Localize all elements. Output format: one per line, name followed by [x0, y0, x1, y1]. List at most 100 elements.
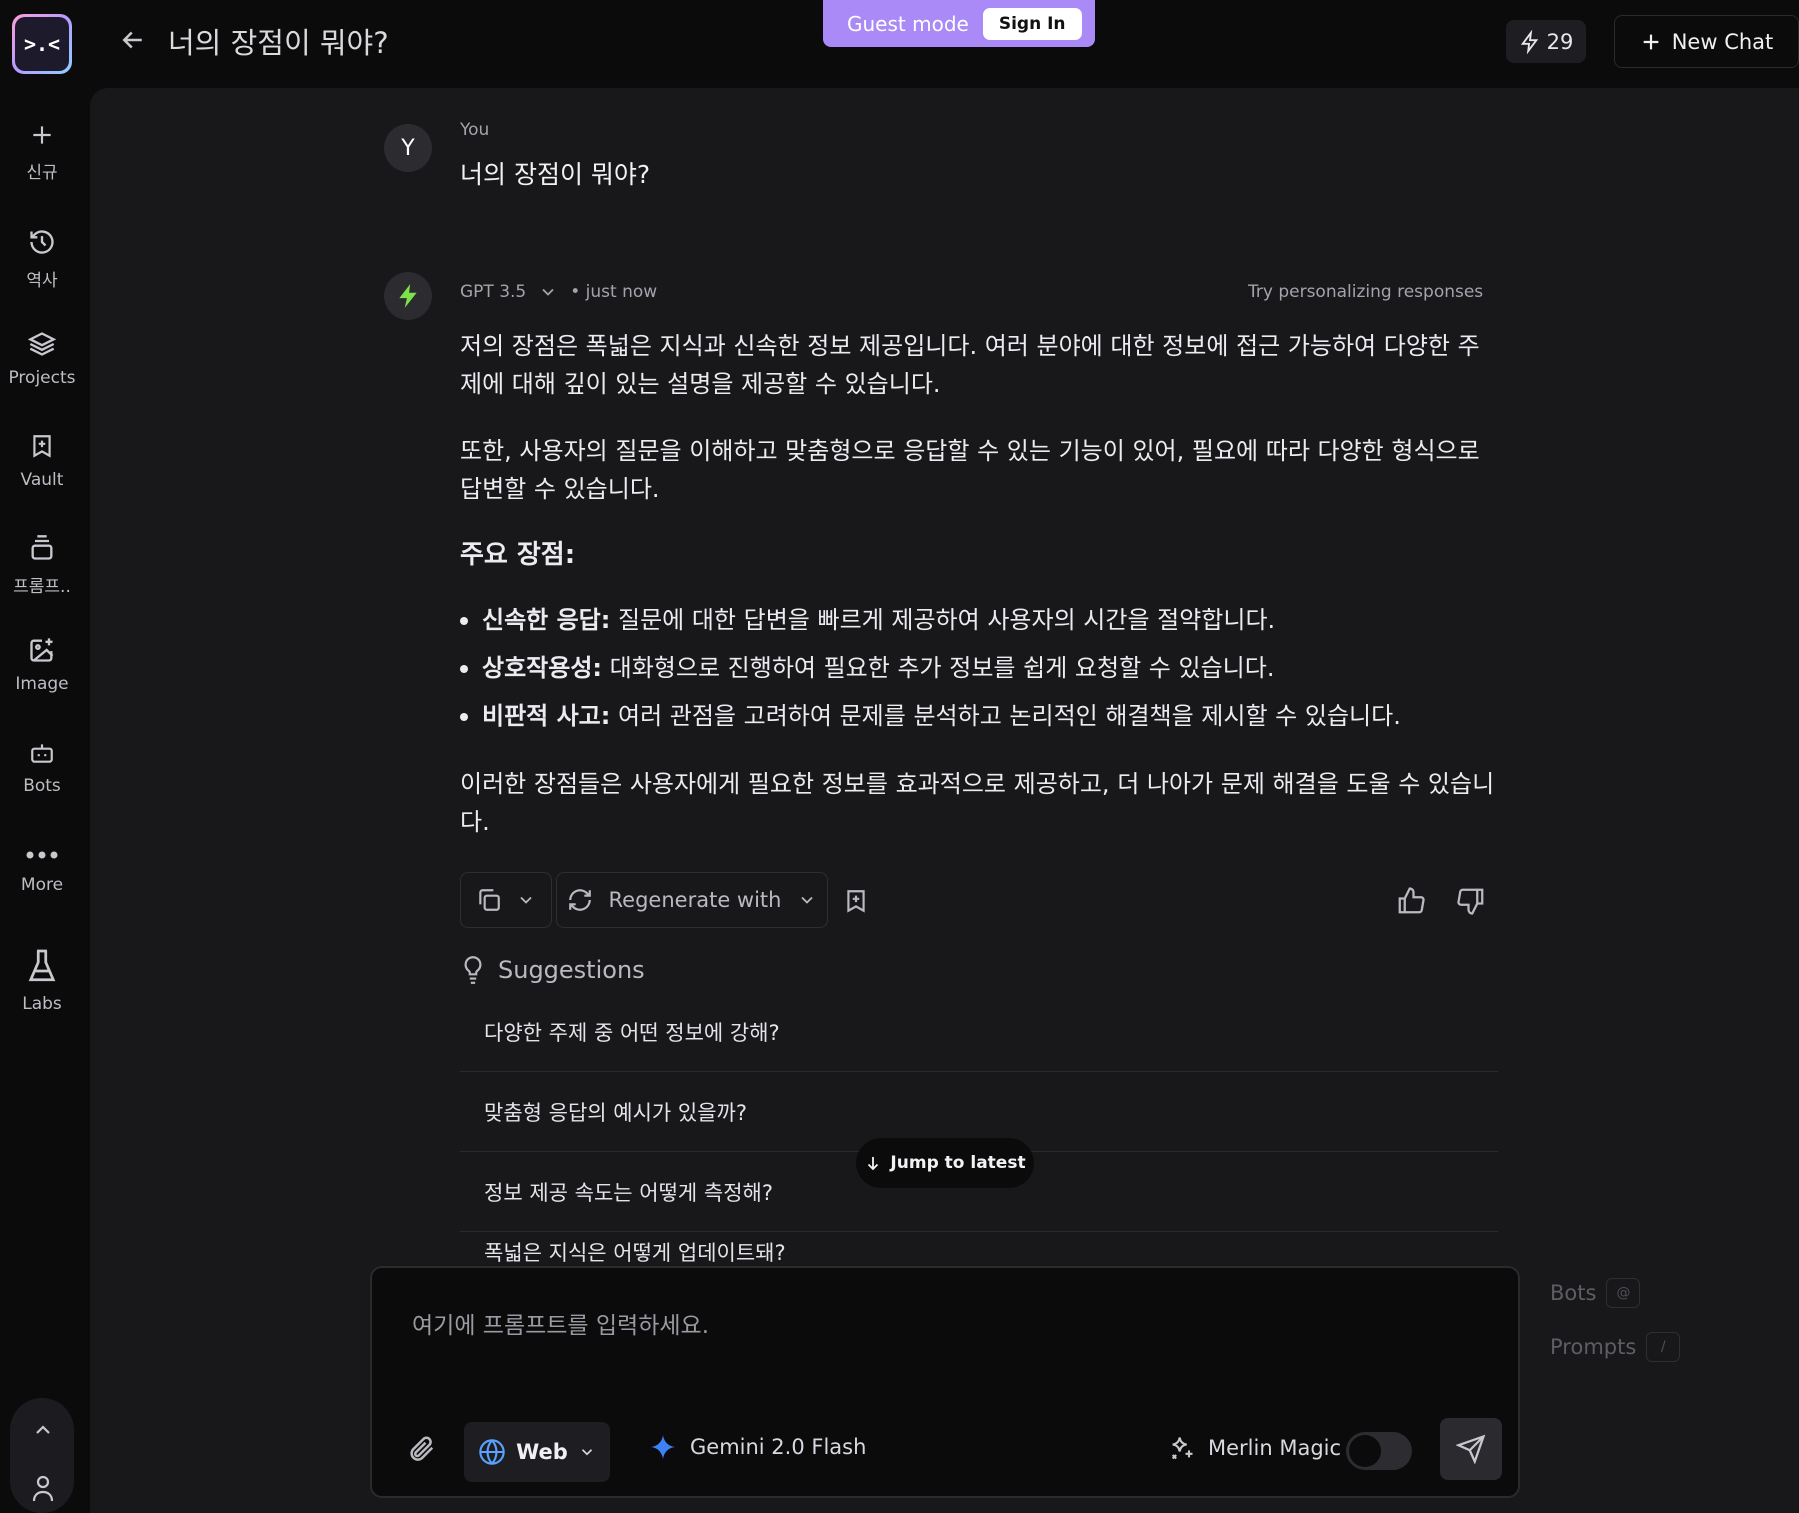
model-name[interactable]: GPT 3.5 — [460, 282, 526, 302]
guest-mode-banner: Guest mode Sign In — [823, 0, 1095, 47]
sidebar-item-image[interactable]: Image — [0, 636, 84, 694]
bullet-dot — [460, 713, 468, 721]
merlin-magic: Merlin Magic — [1168, 1434, 1341, 1462]
sidebar-item-projects[interactable]: Projects — [0, 330, 84, 388]
lightning-bolt-icon — [399, 284, 417, 308]
credits-badge[interactable]: 29 — [1506, 20, 1586, 63]
chevron-down-icon[interactable] — [538, 282, 558, 302]
flask-icon — [28, 949, 56, 982]
sparkles-icon — [1171, 1437, 1193, 1460]
logo-face: >.< — [15, 17, 69, 71]
merlin-magic-toggle[interactable] — [1346, 1432, 1412, 1470]
sidebar: >.< 신규 역사 Projects Vault 프롬프.. Image Bot… — [0, 0, 90, 1513]
bullet-dot — [460, 617, 468, 625]
web-label: Web — [516, 1440, 568, 1464]
prompts-icon — [31, 535, 53, 560]
sidebar-item-new[interactable]: 신규 — [0, 122, 84, 183]
user-message: 너의 장점이 뭐야? — [460, 160, 651, 189]
bookmark-plus-icon[interactable] — [843, 887, 869, 915]
chevron-down-icon[interactable] — [516, 890, 536, 910]
toggle-knob — [1349, 1435, 1381, 1467]
user-name-label: You — [460, 120, 490, 140]
send-icon — [1456, 1434, 1486, 1464]
chevron-down-icon — [581, 1449, 592, 1456]
suggestions-title: Suggestions — [498, 956, 645, 984]
bullet-term: 신속한 응답: — [482, 606, 611, 634]
answer-bullet: 상호작용성: 대화형으로 진행하여 필요한 추가 정보를 쉽게 요청할 수 있습… — [460, 648, 1274, 683]
bullet-term: 비판적 사고: — [482, 702, 611, 730]
jump-to-latest-button[interactable]: Jump to latest — [856, 1138, 1034, 1188]
answer-bullet: 비판적 사고: 여러 관점을 고려하여 문제를 분석하고 논리적인 해결책을 제… — [460, 696, 1401, 731]
assistant-avatar — [384, 272, 432, 320]
plus-icon — [1643, 34, 1659, 49]
shortcut-key: @ — [1606, 1278, 1641, 1308]
more-icon — [26, 851, 58, 859]
sidebar-item-label: Labs — [22, 994, 62, 1014]
sign-in-button[interactable]: Sign In — [982, 7, 1082, 40]
sidebar-bottom-panel — [10, 1398, 74, 1513]
message-time: • just now — [570, 282, 658, 302]
plus-icon — [33, 126, 51, 144]
chevron-down-icon — [801, 896, 814, 904]
gemini-star-icon — [651, 1435, 675, 1459]
sidebar-item-label: 역사 — [26, 271, 58, 291]
personalize-link[interactable]: Try personalizing responses — [1248, 282, 1483, 302]
globe-icon — [479, 1439, 505, 1465]
sidebar-item-label: More — [20, 875, 64, 895]
user-avatar: Y — [384, 124, 432, 172]
shortcut-key: / — [1646, 1332, 1681, 1362]
sidebar-item-prompts[interactable]: 프롬프.. — [0, 534, 84, 597]
sidebar-item-label: 프롬프.. — [13, 577, 71, 597]
chevron-up-icon[interactable] — [31, 1418, 55, 1442]
arrow-down-icon — [868, 1157, 879, 1171]
shortcut-label: Prompts — [1550, 1335, 1637, 1359]
thumbs-down-icon[interactable] — [1456, 886, 1486, 916]
lightning-icon — [1520, 29, 1538, 54]
bullet-text: 질문에 대한 답변을 빠르게 제공하여 사용자의 시간을 절약합니다. — [610, 606, 1276, 634]
copy-button[interactable] — [460, 872, 552, 928]
sidebar-item-label: Bots — [23, 776, 61, 796]
model-selector[interactable]: Gemini 2.0 Flash — [650, 1434, 866, 1460]
sidebar-item-label: Vault — [20, 470, 64, 490]
vault-icon — [33, 435, 51, 458]
page-title: 너의 장점이 뭐야? — [168, 26, 389, 60]
back-arrow-icon[interactable] — [118, 25, 148, 55]
sidebar-item-vault[interactable]: Vault — [0, 432, 84, 490]
regenerate-button[interactable]: Regenerate with — [556, 872, 828, 928]
thumbs-up-icon[interactable] — [1396, 886, 1426, 916]
new-chat-button[interactable]: New Chat — [1614, 15, 1799, 68]
answer-heading: 주요 장점: — [460, 540, 576, 570]
layers-icon — [28, 332, 56, 356]
bullet-term: 상호작용성: — [482, 654, 602, 682]
suggestion-clip: 폭넓은 지식은 어떻게 업데이트돼? — [460, 1230, 1498, 1264]
bots-shortcut[interactable]: Bots @ — [1550, 1278, 1641, 1308]
send-button[interactable] — [1440, 1418, 1502, 1480]
prompt-input[interactable]: 여기에 프롬프트를 입력하세요. — [412, 1306, 709, 1340]
suggestion-item[interactable]: 폭넓은 지식은 어떻게 업데이트돼? — [460, 1230, 1498, 1264]
web-search-toggle[interactable]: Web — [464, 1422, 610, 1482]
guest-mode-label: Guest mode — [847, 11, 969, 36]
suggestion-item[interactable]: 다양한 주제 중 어떤 정보에 강해? — [460, 992, 1498, 1072]
copy-icon — [479, 889, 500, 911]
shortcut-label: Bots — [1550, 1281, 1597, 1305]
answer-paragraph: 저의 장점은 폭넓은 지식과 신속한 정보 제공입니다. 여러 분야에 대한 정… — [460, 332, 1480, 398]
app-logo[interactable]: >.< — [12, 14, 72, 74]
message-actions: Regenerate with — [460, 872, 828, 928]
sidebar-item-labs[interactable]: Labs — [0, 948, 84, 1014]
new-chat-label: New Chat — [1671, 29, 1774, 54]
paperclip-icon[interactable] — [406, 1434, 436, 1464]
jump-label: Jump to latest — [890, 1153, 1026, 1173]
sidebar-item-label: Projects — [8, 368, 76, 388]
prompts-shortcut[interactable]: Prompts / — [1550, 1332, 1681, 1362]
regenerate-label: Regenerate with — [608, 888, 782, 912]
sidebar-item-more[interactable]: More — [0, 845, 84, 895]
bullet-dot — [460, 665, 468, 673]
sidebar-item-history[interactable]: 역사 — [0, 228, 84, 291]
bullet-text: 여러 관점을 고려하여 문제를 분석하고 논리적인 해결책을 제시할 수 있습니… — [610, 702, 1401, 730]
answer-paragraph: 또한, 사용자의 질문을 이해하고 맞춤형으로 응답할 수 있는 기능이 있어,… — [460, 437, 1480, 503]
model-label: Gemini 2.0 Flash — [690, 1435, 867, 1459]
user-profile-icon[interactable] — [31, 1473, 55, 1503]
image-plus-icon — [30, 638, 54, 662]
sidebar-item-bots[interactable]: Bots — [0, 740, 84, 796]
magic-label: Merlin Magic — [1208, 1436, 1342, 1460]
